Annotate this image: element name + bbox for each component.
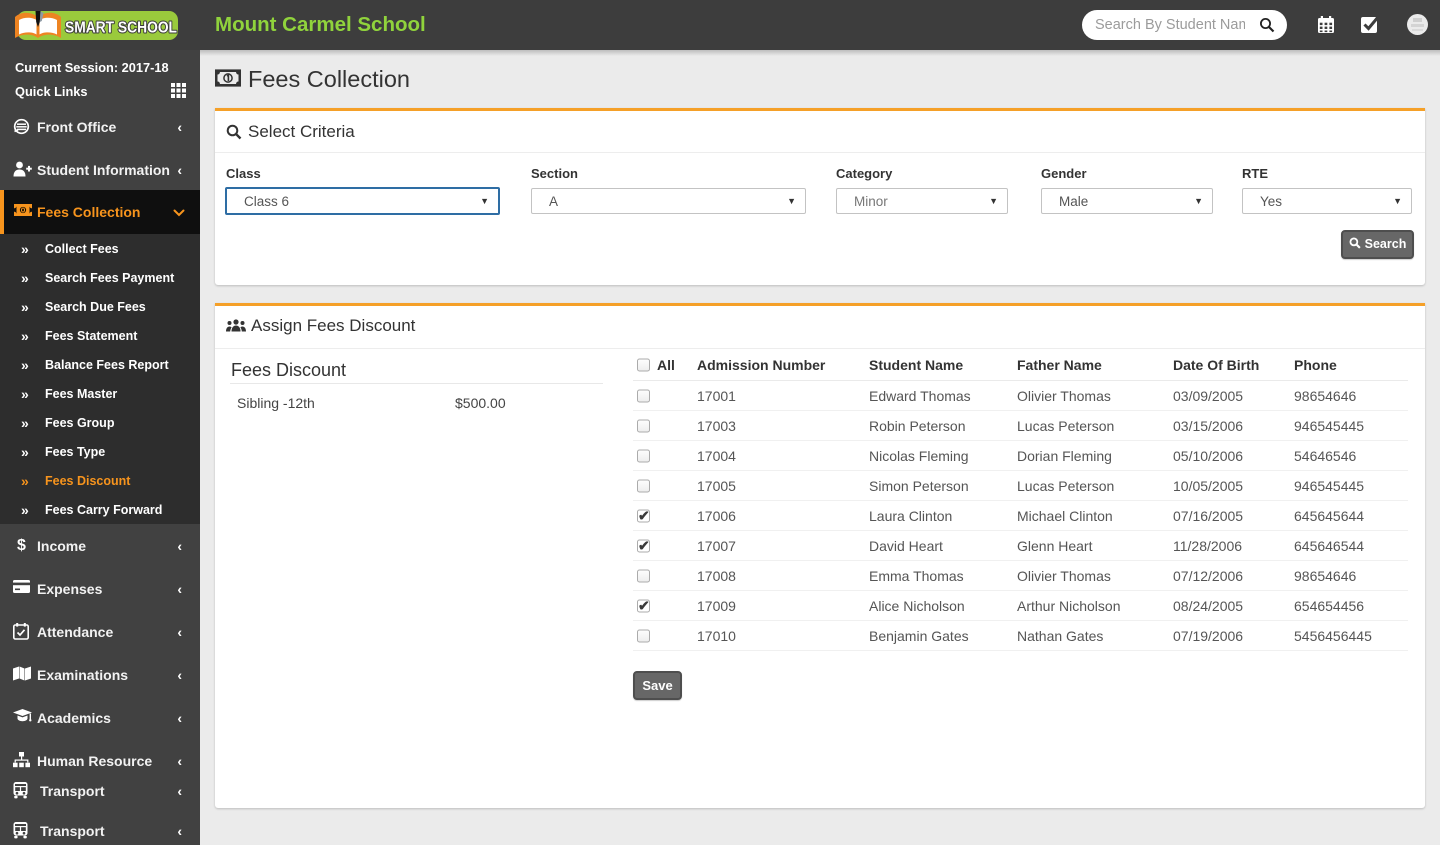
svg-text:SMART SCHOOL: SMART SCHOOL bbox=[65, 20, 177, 37]
